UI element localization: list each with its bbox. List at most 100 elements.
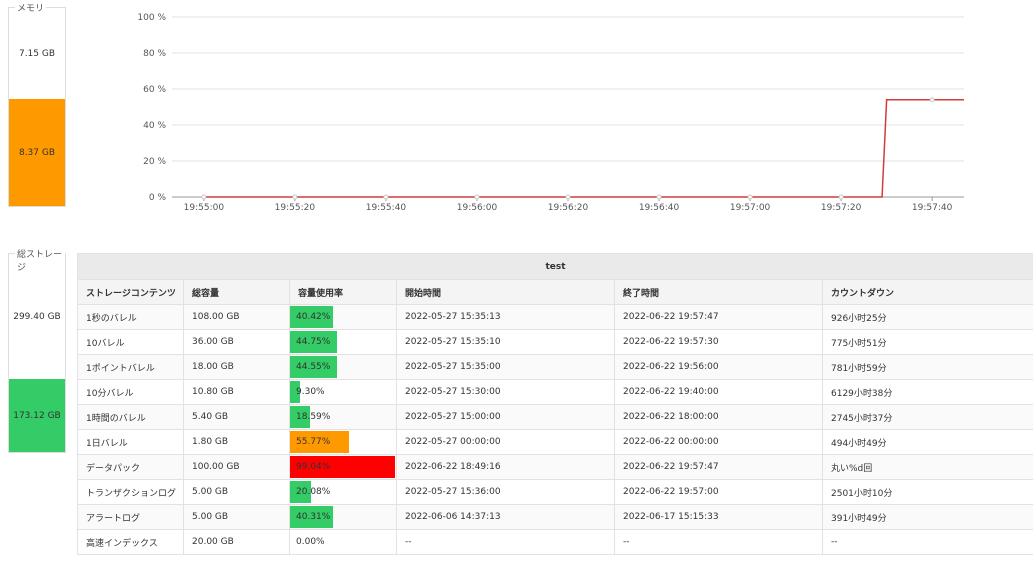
y-tick-label: 20 %	[143, 157, 166, 167]
x-tick-label: 19:56:20	[548, 203, 589, 213]
cell-usage-rate: 99.04%	[289, 454, 397, 480]
cell-start-time: 2022-05-27 15:36:00	[396, 479, 615, 505]
cell-total: 1.80 GB	[183, 429, 290, 455]
cell-content: 10分バレル	[77, 379, 184, 405]
cell-start-time: 2022-05-27 15:30:00	[396, 379, 615, 405]
data-point	[929, 97, 935, 103]
memory-free-label: 7.15 GB	[18, 48, 56, 59]
table-row: 10分バレル 10.80 GB 9.30% 2022-05-27 15:30:00 20…	[77, 379, 1033, 405]
cell-countdown: 775小时51分	[821, 329, 1033, 355]
data-point	[383, 194, 389, 200]
cell-countdown: 391小时49分	[821, 504, 1033, 530]
cell-start-time: 2022-05-27 15:00:00	[396, 404, 615, 430]
cell-start-time: 2022-06-22 18:49:16	[396, 454, 615, 480]
memory-usage-chart: 0 % 20 % 40 % 60 % 80 % 100 % 19:55:00 19:55:20…	[137, 13, 964, 213]
memory-used-segment: 8.37 GB	[9, 99, 65, 206]
table-row: 1秒のバレル 108.00 GB 40.42% 2022-05-27 15:35:13…	[77, 304, 1033, 330]
cell-end-time: 2022-06-22 19:56:00	[614, 354, 823, 380]
cell-total: 5.00 GB	[183, 504, 290, 530]
cell-countdown: 2501小时10分	[821, 479, 1033, 505]
series-line	[203, 99, 964, 198]
cell-usage-rate: 40.31%	[289, 504, 397, 530]
x-tick-label: 19:57:20	[821, 203, 862, 213]
storage-free-label: 299.40 GB	[13, 311, 61, 322]
storage-table: test ストレージコンテンツ 総容量 容量使用率 開始時間 終了時間 カウント…	[76, 253, 1033, 555]
x-tick-label: 19:57:40	[912, 203, 953, 213]
cell-end-time: 2022-06-22 19:57:00	[614, 479, 823, 505]
data-point	[747, 194, 753, 200]
cell-end-time: --	[614, 529, 823, 555]
usage-rate-label: 18.59%	[296, 412, 331, 422]
cell-usage-rate: 20.08%	[289, 479, 397, 505]
data-point	[474, 194, 480, 200]
cell-end-time: 2022-06-22 19:57:47	[614, 454, 823, 480]
column-header-usage-rate: 容量使用率	[289, 279, 397, 305]
table-row: データパック 100.00 GB 99.04% 2022-06-22 18:49:16…	[77, 454, 1033, 480]
cell-start-time: 2022-05-27 15:35:13	[396, 304, 615, 330]
data-point	[565, 194, 571, 200]
table-row: 10バレル 36.00 GB 44.75% 2022-05-27 15:35:10 20…	[77, 329, 1033, 355]
cell-countdown: --	[821, 529, 1033, 555]
cell-content: 1日バレル	[77, 429, 184, 455]
cell-content: アラートログ	[77, 504, 184, 530]
cell-countdown: 494小时49分	[821, 429, 1033, 455]
cell-usage-rate: 9.30%	[289, 379, 397, 405]
data-point	[838, 194, 844, 200]
cell-countdown: 926小时25分	[821, 304, 1033, 330]
x-tick-label: 19:56:00	[457, 203, 498, 213]
cell-content: 1時間のバレル	[77, 404, 184, 430]
cell-countdown: 2745小时37分	[821, 404, 1033, 430]
usage-rate-label: 40.42%	[296, 312, 331, 322]
x-tick-label: 19:56:40	[639, 203, 680, 213]
cell-end-time: 2022-06-22 19:57:30	[614, 329, 823, 355]
cell-usage-rate: 55.77%	[289, 429, 397, 455]
cell-end-time: 2022-06-17 15:15:33	[614, 504, 823, 530]
cell-end-time: 2022-06-22 19:40:00	[614, 379, 823, 405]
cell-start-time: 2022-05-27 00:00:00	[396, 429, 615, 455]
usage-rate-label: 99.04%	[296, 462, 331, 472]
column-header-content: ストレージコンテンツ	[77, 279, 184, 305]
cell-content: データパック	[77, 454, 184, 480]
data-point	[201, 194, 207, 200]
y-tick-label: 60 %	[143, 85, 166, 95]
cell-end-time: 2022-06-22 18:00:00	[614, 404, 823, 430]
data-point	[656, 194, 662, 200]
x-tick-label: 19:55:00	[184, 203, 225, 213]
cell-end-time: 2022-06-22 00:00:00	[614, 429, 823, 455]
y-tick-label: 80 %	[143, 49, 166, 59]
cell-content: 1ポイントバレル	[77, 354, 184, 380]
table-row: 1時間のバレル 5.40 GB 18.59% 2022-05-27 15:00:00 2…	[77, 404, 1033, 430]
memory-gauge: メモリ 7.15 GB 8.37 GB	[8, 1, 66, 207]
cell-start-time: 2022-05-27 15:35:00	[396, 354, 615, 380]
cell-usage-rate: 44.55%	[289, 354, 397, 380]
column-header-total: 総容量	[183, 279, 290, 305]
cell-usage-rate: 0.00%	[289, 529, 397, 555]
x-tick-label: 19:55:40	[366, 203, 407, 213]
cell-total: 100.00 GB	[183, 454, 290, 480]
cell-total: 10.80 GB	[183, 379, 290, 405]
column-header-start-time: 開始時間	[396, 279, 615, 305]
cell-countdown: 781小时59分	[821, 354, 1033, 380]
data-point	[292, 194, 298, 200]
cell-start-time: 2022-05-27 15:35:10	[396, 329, 615, 355]
cell-end-time: 2022-06-22 19:57:47	[614, 304, 823, 330]
cell-content: 10バレル	[77, 329, 184, 355]
x-tick-label: 19:55:20	[275, 203, 316, 213]
x-tick-label: 19:57:00	[730, 203, 771, 213]
cell-content: トランザクションログ	[77, 479, 184, 505]
usage-rate-label: 0.00%	[296, 537, 325, 547]
cell-countdown: 丸い%d回	[821, 454, 1033, 480]
cell-content: 高速インデックス	[77, 529, 184, 555]
storage-used-label: 173.12 GB	[13, 410, 61, 421]
storage-gauge: 総ストレージ 299.40 GB 173.12 GB	[8, 247, 66, 453]
column-header-end-time: 終了時間	[614, 279, 823, 305]
table-row: アラートログ 5.00 GB 40.31% 2022-06-06 14:37:13 20…	[77, 504, 1033, 530]
cell-start-time: 2022-06-06 14:37:13	[396, 504, 615, 530]
cell-total: 20.00 GB	[183, 529, 290, 555]
table-row: トランザクションログ 5.00 GB 20.08% 2022-05-27 15:36:…	[77, 479, 1033, 505]
usage-rate-label: 44.75%	[296, 337, 331, 347]
memory-free-segment: 7.15 GB	[9, 8, 65, 99]
cell-usage-rate: 40.42%	[289, 304, 397, 330]
cell-total: 108.00 GB	[183, 304, 290, 330]
usage-rate-label: 20.08%	[296, 487, 331, 497]
